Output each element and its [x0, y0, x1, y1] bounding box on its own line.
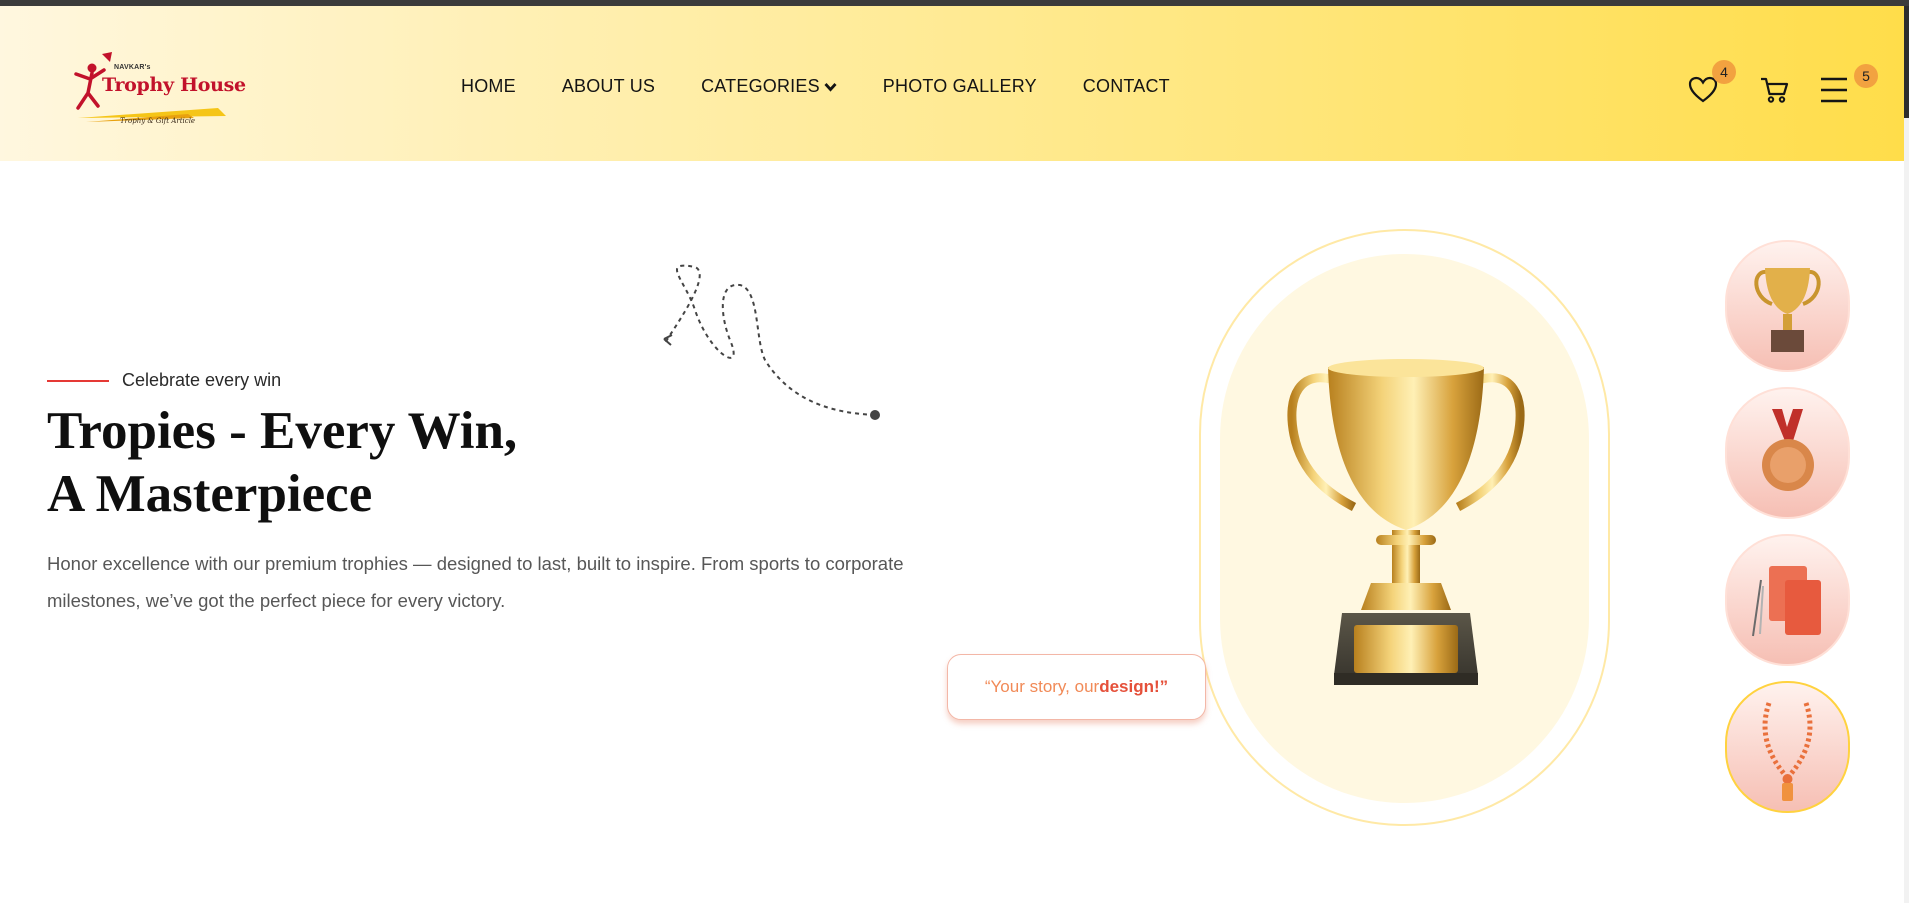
side-thumb-rosary[interactable]	[1725, 681, 1850, 813]
logo-small-text: NAVKAR's	[114, 64, 151, 71]
heart-icon	[1688, 76, 1718, 103]
wishlist-button[interactable]: 4	[1688, 60, 1736, 110]
trophy-icon	[1754, 268, 1821, 352]
nav-photo-gallery[interactable]: PHOTO GALLERY	[883, 76, 1037, 97]
nav-categories[interactable]: CATEGORIES	[701, 76, 837, 97]
notebook-icon	[1752, 566, 1821, 637]
logo-tagline: Trophy & Gift Article	[120, 117, 196, 125]
nav-gallery-label: PHOTO GALLERY	[882, 76, 1037, 96]
eyebrow-accent-line	[47, 379, 109, 382]
nav-categories-label: CATEGORIES	[701, 76, 820, 96]
hero-title-line-2: A Masterpiece	[47, 465, 373, 523]
dashed-arrow-decoration	[663, 264, 880, 420]
site-header: NAVKAR's Trophy House Trophy & Gift Arti…	[0, 6, 1904, 161]
trophy-main-image	[1287, 359, 1525, 685]
eyebrow-text: Celebrate every win	[122, 370, 282, 390]
cart-count-badge: 5	[1854, 64, 1878, 88]
medal-icon	[1762, 409, 1814, 491]
quote-card: “Your story, our design!”	[947, 654, 1206, 720]
nav-about-us[interactable]: ABOUT US	[562, 76, 655, 97]
nav-home[interactable]: HOME	[461, 76, 516, 97]
hero-eyebrow: Celebrate every win	[47, 370, 281, 391]
cart-button[interactable]: 5	[1760, 64, 1878, 110]
nav-home-label: HOME	[461, 76, 516, 96]
cart-icon	[1761, 77, 1789, 103]
scrollbar-track[interactable]	[1904, 6, 1909, 903]
nav-contact[interactable]: CONTACT	[1083, 76, 1170, 97]
side-thumb-diaries[interactable]	[1725, 534, 1850, 666]
chevron-down-icon	[824, 82, 837, 92]
side-thumb-medal[interactable]	[1725, 387, 1850, 519]
nav-contact-label: CONTACT	[1082, 76, 1170, 96]
side-thumb-trophy[interactable]	[1725, 240, 1850, 372]
hamburger-menu-icon	[1821, 77, 1847, 103]
header-actions: 4 5	[1680, 60, 1878, 116]
quote-emphasis: design!”	[1099, 677, 1169, 696]
hero-description: Honor excellence with our premium trophi…	[47, 553, 904, 611]
logo-main-text: Trophy House	[102, 74, 246, 96]
mala-icon	[1762, 702, 1813, 801]
hero-title-line-1: Tropies - Every Win,	[47, 402, 518, 460]
nav-about-label: ABOUT US	[561, 76, 656, 96]
main-navigation: HOME ABOUT US CATEGORIES PHOTO GALLERY C…	[461, 76, 1170, 97]
brand-logo[interactable]: NAVKAR's Trophy House Trophy & Gift Arti…	[68, 46, 258, 136]
quote-text: “Your story, our	[984, 677, 1100, 696]
scrollbar-thumb[interactable]	[1904, 6, 1909, 118]
hamburger-menu-button[interactable]	[1820, 76, 1854, 106]
wishlist-count-badge: 4	[1712, 60, 1736, 84]
hero-title: Tropies - Every Win, A Masterpiece	[47, 400, 517, 526]
